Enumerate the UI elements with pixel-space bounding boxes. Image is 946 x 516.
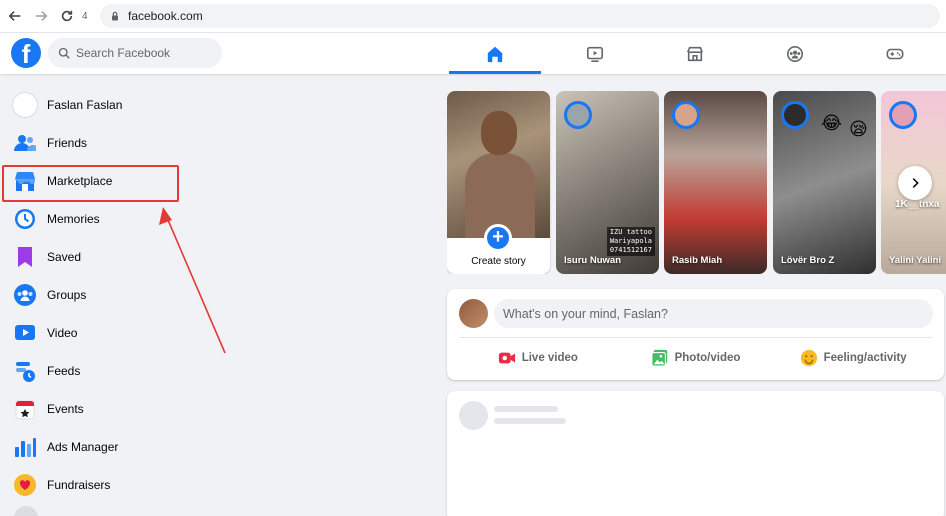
- facebook-logo[interactable]: f: [11, 38, 41, 68]
- feeling-activity-button[interactable]: Feeling/activity: [774, 344, 932, 372]
- sidebar-item-ads-manager[interactable]: Ads Manager: [0, 428, 240, 466]
- story-author-name: Isuru Nuwan: [564, 255, 622, 266]
- feeds-icon: [12, 358, 38, 384]
- post-loading-skeleton: [447, 391, 944, 516]
- sidebar-item-fundraisers[interactable]: Fundraisers: [0, 466, 240, 504]
- events-icon: [12, 396, 38, 422]
- photo-video-icon: [650, 349, 667, 367]
- story-caption: IZU tattoo Wariyapola 0741512167: [606, 227, 655, 256]
- back-icon[interactable]: [4, 5, 26, 27]
- story-author-name: Rasib Miah: [672, 255, 723, 266]
- emoji-sticker: 😂: [821, 113, 843, 133]
- annotation-arrow: [159, 207, 226, 354]
- stories-tray: + Create story IZU tattoo Wariyapola 074…: [447, 91, 946, 274]
- feeling-activity-label: Feeling/activity: [823, 352, 907, 364]
- story-author-name: Lövër Bro Z: [781, 255, 835, 266]
- url-text: facebook.com: [128, 9, 203, 23]
- photo-video-button[interactable]: Photo/video: [617, 344, 775, 372]
- gaming-icon: [886, 48, 904, 59]
- skeleton-line: [494, 406, 558, 412]
- story-card[interactable]: Rasib Miah: [664, 91, 767, 274]
- forward-icon[interactable]: [30, 5, 52, 27]
- groups-icon: [786, 45, 804, 62]
- search-input[interactable]: [76, 46, 206, 60]
- sidebar-item-profile[interactable]: Faslan Faslan: [0, 86, 240, 124]
- home-tab[interactable]: [449, 33, 541, 74]
- browser-toolbar: 4 facebook.com: [0, 0, 946, 33]
- sidebar-item-events[interactable]: Events: [0, 390, 240, 428]
- groups-tab[interactable]: [749, 33, 841, 74]
- story-avatar: [564, 101, 592, 129]
- avatar[interactable]: [459, 299, 488, 328]
- address-bar[interactable]: facebook.com: [100, 4, 940, 28]
- sidebar-item-label: Memories: [47, 212, 100, 226]
- sidebar-item-label: Ads Manager: [47, 440, 119, 454]
- groups-icon: [12, 282, 38, 308]
- sidebar-item-friends[interactable]: Friends: [0, 124, 240, 162]
- search-icon: [58, 47, 70, 59]
- video-icon: [586, 46, 604, 62]
- lock-icon: [112, 11, 118, 21]
- post-composer: Live video Photo/video Feeling/activity: [447, 289, 944, 380]
- home-icon: [487, 46, 503, 62]
- sidebar-more-icon[interactable]: [14, 506, 38, 516]
- photo-video-label: Photo/video: [674, 352, 741, 364]
- live-video-button[interactable]: Live video: [459, 344, 617, 372]
- skeleton-avatar: [459, 401, 488, 430]
- skeleton-line: [494, 418, 566, 424]
- chevron-right-icon: [912, 178, 919, 188]
- story-overlay-text: 1K__tnxa: [895, 199, 940, 210]
- sidebar-item-label: Friends: [47, 136, 88, 150]
- marketplace-tab[interactable]: [649, 33, 741, 74]
- story-avatar: [889, 101, 917, 129]
- story-card[interactable]: 😂 😪 Lövër Bro Z: [773, 91, 876, 274]
- story-author-name: Yalini Yalini: [889, 255, 942, 266]
- stories-next-button[interactable]: [898, 166, 932, 200]
- sidebar-item-label: Feeds: [47, 364, 81, 378]
- plus-icon[interactable]: +: [484, 224, 512, 252]
- sidebar-item-feeds[interactable]: Feeds: [0, 352, 240, 390]
- gaming-tab[interactable]: [849, 33, 941, 74]
- create-story-card[interactable]: + Create story: [447, 91, 550, 274]
- reload-icon[interactable]: [56, 5, 78, 27]
- sidebar-item-label: Video: [47, 326, 78, 340]
- composer-actions: Live video Photo/video Feeling/activity: [459, 344, 932, 372]
- facebook-header: f: [0, 33, 946, 74]
- marketplace-icon: [687, 46, 703, 61]
- story-avatar: [781, 101, 809, 129]
- search-box[interactable]: [48, 38, 222, 68]
- composer-input[interactable]: [494, 299, 933, 328]
- video-tab[interactable]: [549, 33, 641, 74]
- live-video-icon: [498, 352, 515, 364]
- ads-manager-icon: [12, 434, 38, 460]
- feeling-activity-icon: [800, 349, 817, 367]
- saved-icon: [12, 244, 38, 270]
- divider: [459, 337, 932, 338]
- create-story-photo: [447, 91, 550, 238]
- fundraisers-icon: [12, 472, 38, 498]
- top-navigation: [449, 33, 946, 74]
- create-story-label: Create story: [471, 256, 526, 267]
- sidebar-item-label: Groups: [47, 288, 87, 302]
- sidebar-item-label: Faslan Faslan: [47, 98, 123, 112]
- sidebar-item-label: Saved: [47, 250, 82, 264]
- live-video-label: Live video: [521, 352, 578, 364]
- friends-icon: [12, 130, 38, 156]
- sidebar-item-label: Fundraisers: [47, 478, 111, 492]
- story-card[interactable]: IZU tattoo Wariyapola 0741512167 Isuru N…: [556, 91, 659, 274]
- emoji-sticker: 😪: [849, 119, 868, 139]
- sidebar-item-label: Events: [47, 402, 84, 416]
- tab-count: 4: [82, 10, 88, 22]
- memories-icon: [12, 206, 38, 232]
- story-avatar: [672, 101, 700, 129]
- annotation-highlight-box: [2, 165, 179, 202]
- video-icon: [12, 320, 38, 346]
- avatar: [12, 92, 38, 118]
